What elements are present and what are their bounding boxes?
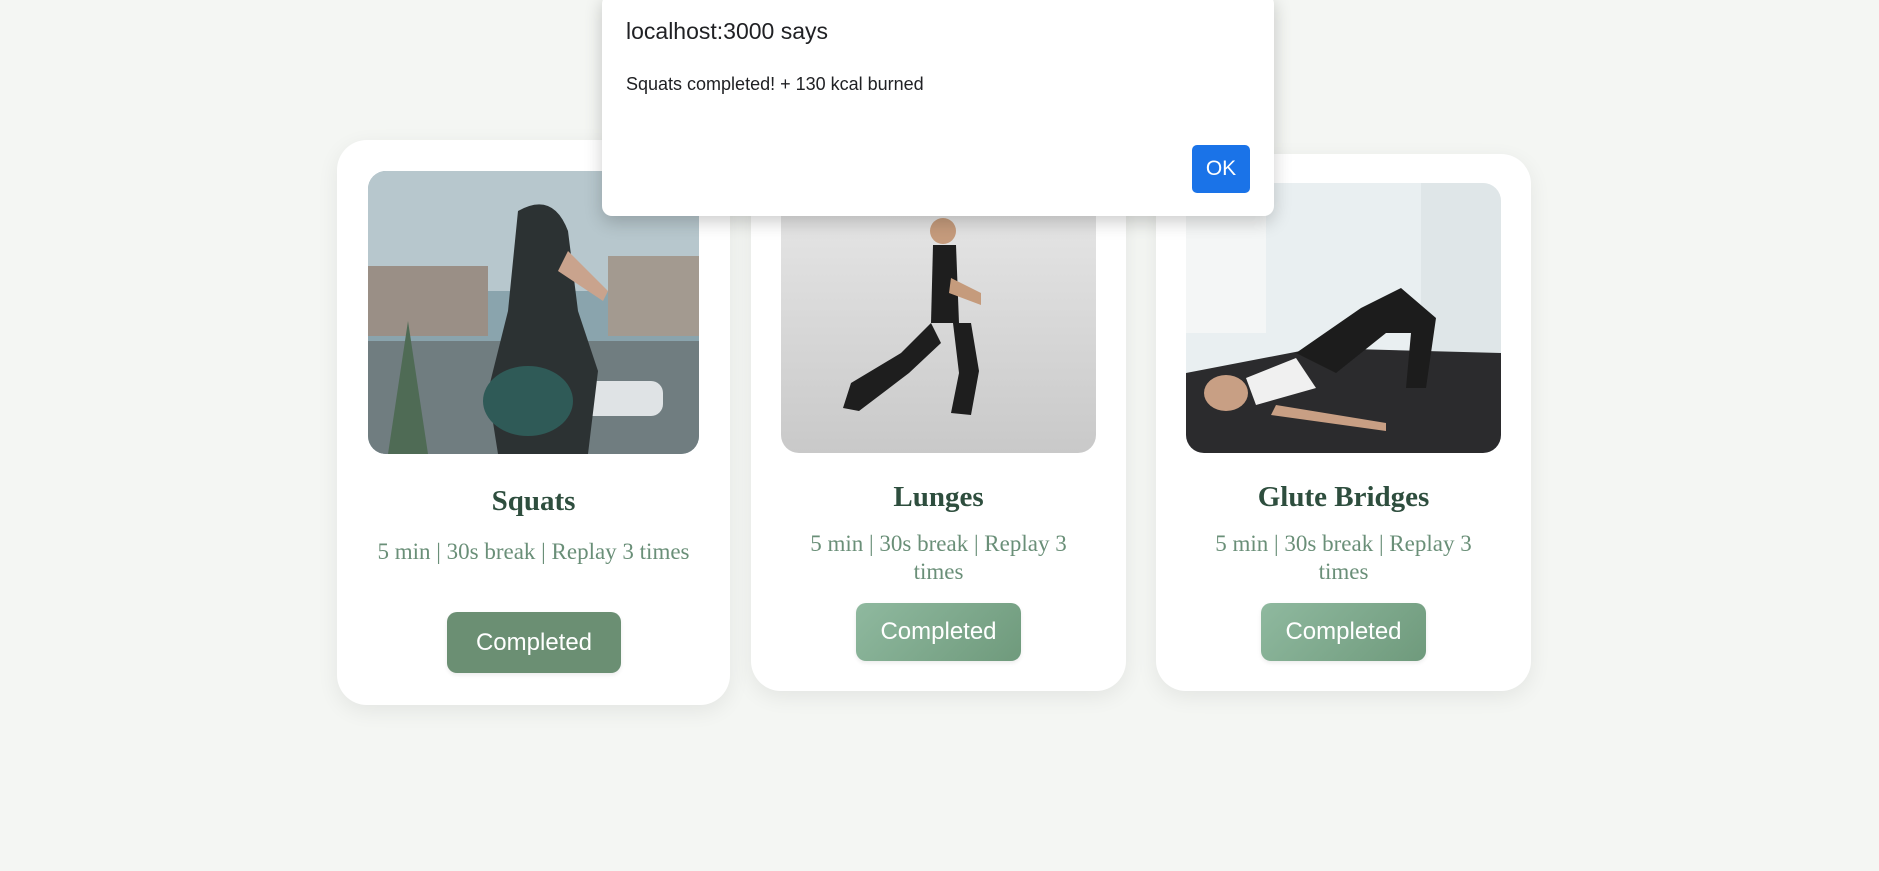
glute-bridge-photo-icon [1186, 183, 1501, 453]
ok-button[interactable]: OK [1192, 145, 1250, 193]
alert-dialog: localhost:3000 says Squats completed! + … [602, 0, 1274, 216]
completed-button[interactable]: Completed [1261, 603, 1426, 661]
lunge-exercise-image [781, 183, 1096, 453]
exercise-details: 5 min | 30s break | Replay 3 times [810, 531, 1067, 584]
glute-bridge-exercise-image [1186, 183, 1501, 453]
exercise-title: Lunges [893, 481, 984, 513]
lunge-photo-icon [781, 183, 1096, 453]
exercise-card-squats: Squats 5 min | 30s break | Replay 3 time… [337, 140, 730, 705]
exercise-title: Glute Bridges [1257, 481, 1430, 513]
completed-button[interactable]: Completed [447, 612, 621, 673]
exercise-card-glute-bridges: Glute Bridges 5 min | 30s break | Replay… [1156, 154, 1531, 691]
alert-message: Squats completed! + 130 kcal burned [626, 74, 924, 94]
exercise-details: 5 min | 30s break | Replay 3 times [1215, 531, 1472, 584]
alert-title: localhost:3000 says [626, 18, 829, 44]
exercise-title: Squats [491, 485, 576, 517]
exercise-details: 5 min | 30s break | Replay 3 times [377, 539, 690, 564]
exercise-card-lunges: Lunges 5 min | 30s break | Replay 3 time… [751, 154, 1126, 691]
completed-button[interactable]: Completed [856, 603, 1021, 661]
